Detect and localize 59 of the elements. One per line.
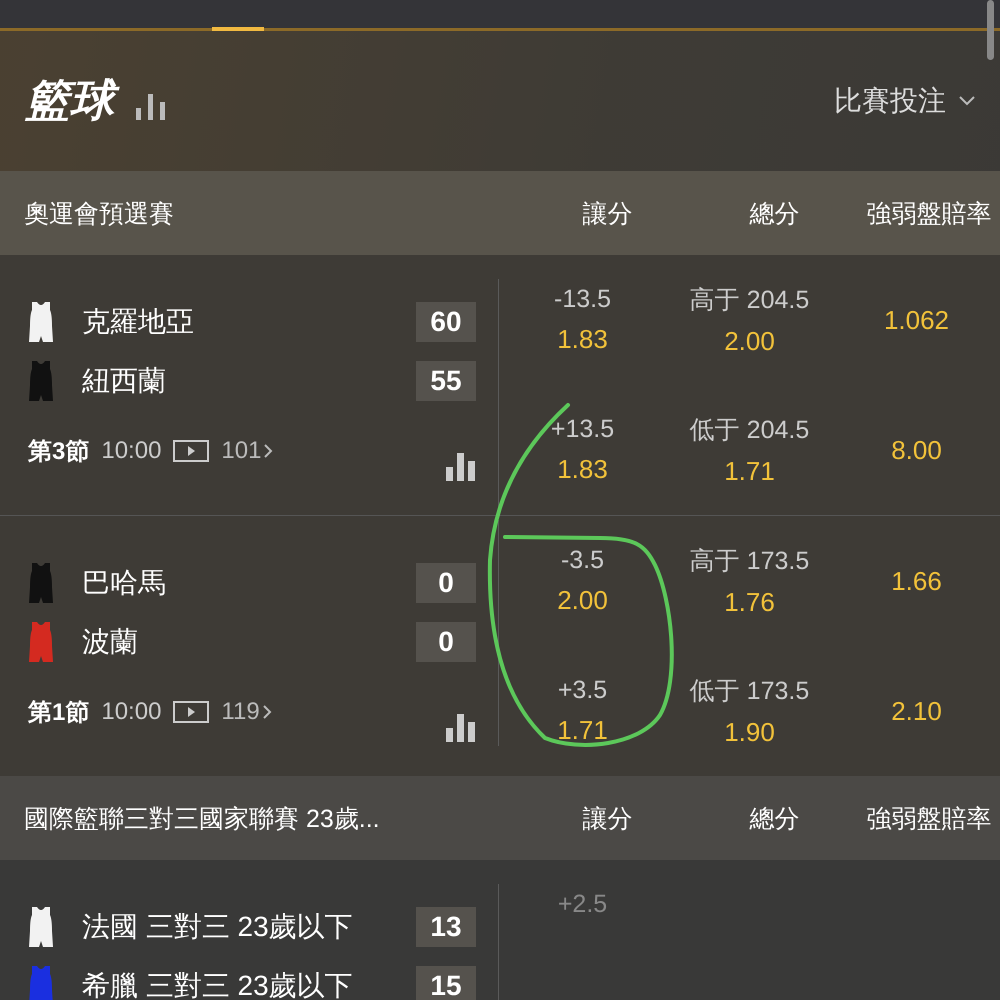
team-score: 0 (416, 562, 476, 602)
team-score: 0 (416, 622, 476, 662)
column-header: 強弱盤賠率 (866, 198, 992, 230)
team-score: 15 (416, 966, 476, 1000)
odds-price[interactable]: 1.71 (557, 715, 608, 746)
page-indicator (212, 27, 264, 31)
league-name: 國際籃聯三對三國家聯賽 23歲... (24, 804, 381, 834)
sport-title: 籃球 (24, 70, 124, 132)
team-score: 13 (416, 906, 476, 946)
stats-icon[interactable] (446, 714, 476, 742)
scrollbar[interactable] (987, 0, 994, 60)
column-header: 總分 (748, 804, 800, 834)
odds-line: -3.5 (560, 546, 604, 575)
chevron-right-icon (262, 704, 272, 720)
column-header: 讓分 (582, 804, 634, 834)
column-header: 強弱盤賠率 (866, 804, 992, 834)
team-score: 55 (416, 360, 476, 400)
odds-price[interactable]: 8.00 (891, 434, 942, 466)
team-name: 希臘 三對三 23歲以下 (82, 968, 353, 1000)
odds-line: -13.5 (554, 285, 611, 314)
odds-price[interactable]: 1.66 (891, 566, 942, 596)
stats-icon[interactable] (446, 453, 476, 481)
odds-line: 高于 173.5 (690, 546, 810, 577)
odds-line: +2.5 (558, 890, 608, 919)
odds-price[interactable]: 1.71 (724, 456, 775, 487)
match-period: 第3節 (28, 437, 90, 467)
team-name: 克羅地亞 (82, 304, 194, 338)
team-name: 法國 三對三 23歲以下 (82, 910, 353, 944)
live-video-icon[interactable] (173, 440, 210, 462)
odds-price[interactable]: 2.00 (557, 585, 608, 616)
odds-line: +13.5 (550, 415, 614, 444)
live-video-icon[interactable] (173, 701, 210, 723)
bet-type-dropdown[interactable]: 比賽投注 (834, 82, 976, 120)
odds-price[interactable]: 1.062 (884, 304, 950, 336)
odds-line: 低于 173.5 (690, 676, 810, 707)
match-clock: 10:00 (101, 437, 162, 465)
match-clock: 10:00 (101, 698, 162, 726)
odds-price[interactable]: 1.90 (724, 717, 775, 748)
odds-line: 高于 204.5 (690, 285, 810, 316)
chevron-down-icon (958, 95, 976, 107)
odds-price[interactable]: 1.83 (557, 324, 608, 355)
odds-price[interactable]: 1.83 (557, 454, 608, 485)
odds-line: +3.5 (558, 676, 608, 705)
column-header: 讓分 (582, 198, 634, 230)
odds-price[interactable]: 2.10 (891, 696, 942, 726)
chevron-right-icon (263, 443, 274, 459)
match-period: 第1節 (28, 698, 90, 728)
team-name: 紐西蘭 (82, 364, 166, 398)
team-name: 波蘭 (82, 624, 138, 658)
odds-price[interactable]: 2.00 (724, 326, 775, 357)
odds-price[interactable]: 1.76 (724, 587, 775, 618)
odds-line: 低于 204.5 (690, 415, 810, 446)
stats-icon[interactable] (136, 94, 166, 120)
team-score: 60 (416, 302, 476, 342)
more-markets-link[interactable]: 101 (221, 437, 274, 465)
team-name: 巴哈馬 (82, 566, 166, 600)
league-name: 奧運會預選賽 (24, 198, 175, 230)
more-markets-link[interactable]: 119 (221, 698, 272, 726)
column-header: 總分 (748, 198, 800, 230)
